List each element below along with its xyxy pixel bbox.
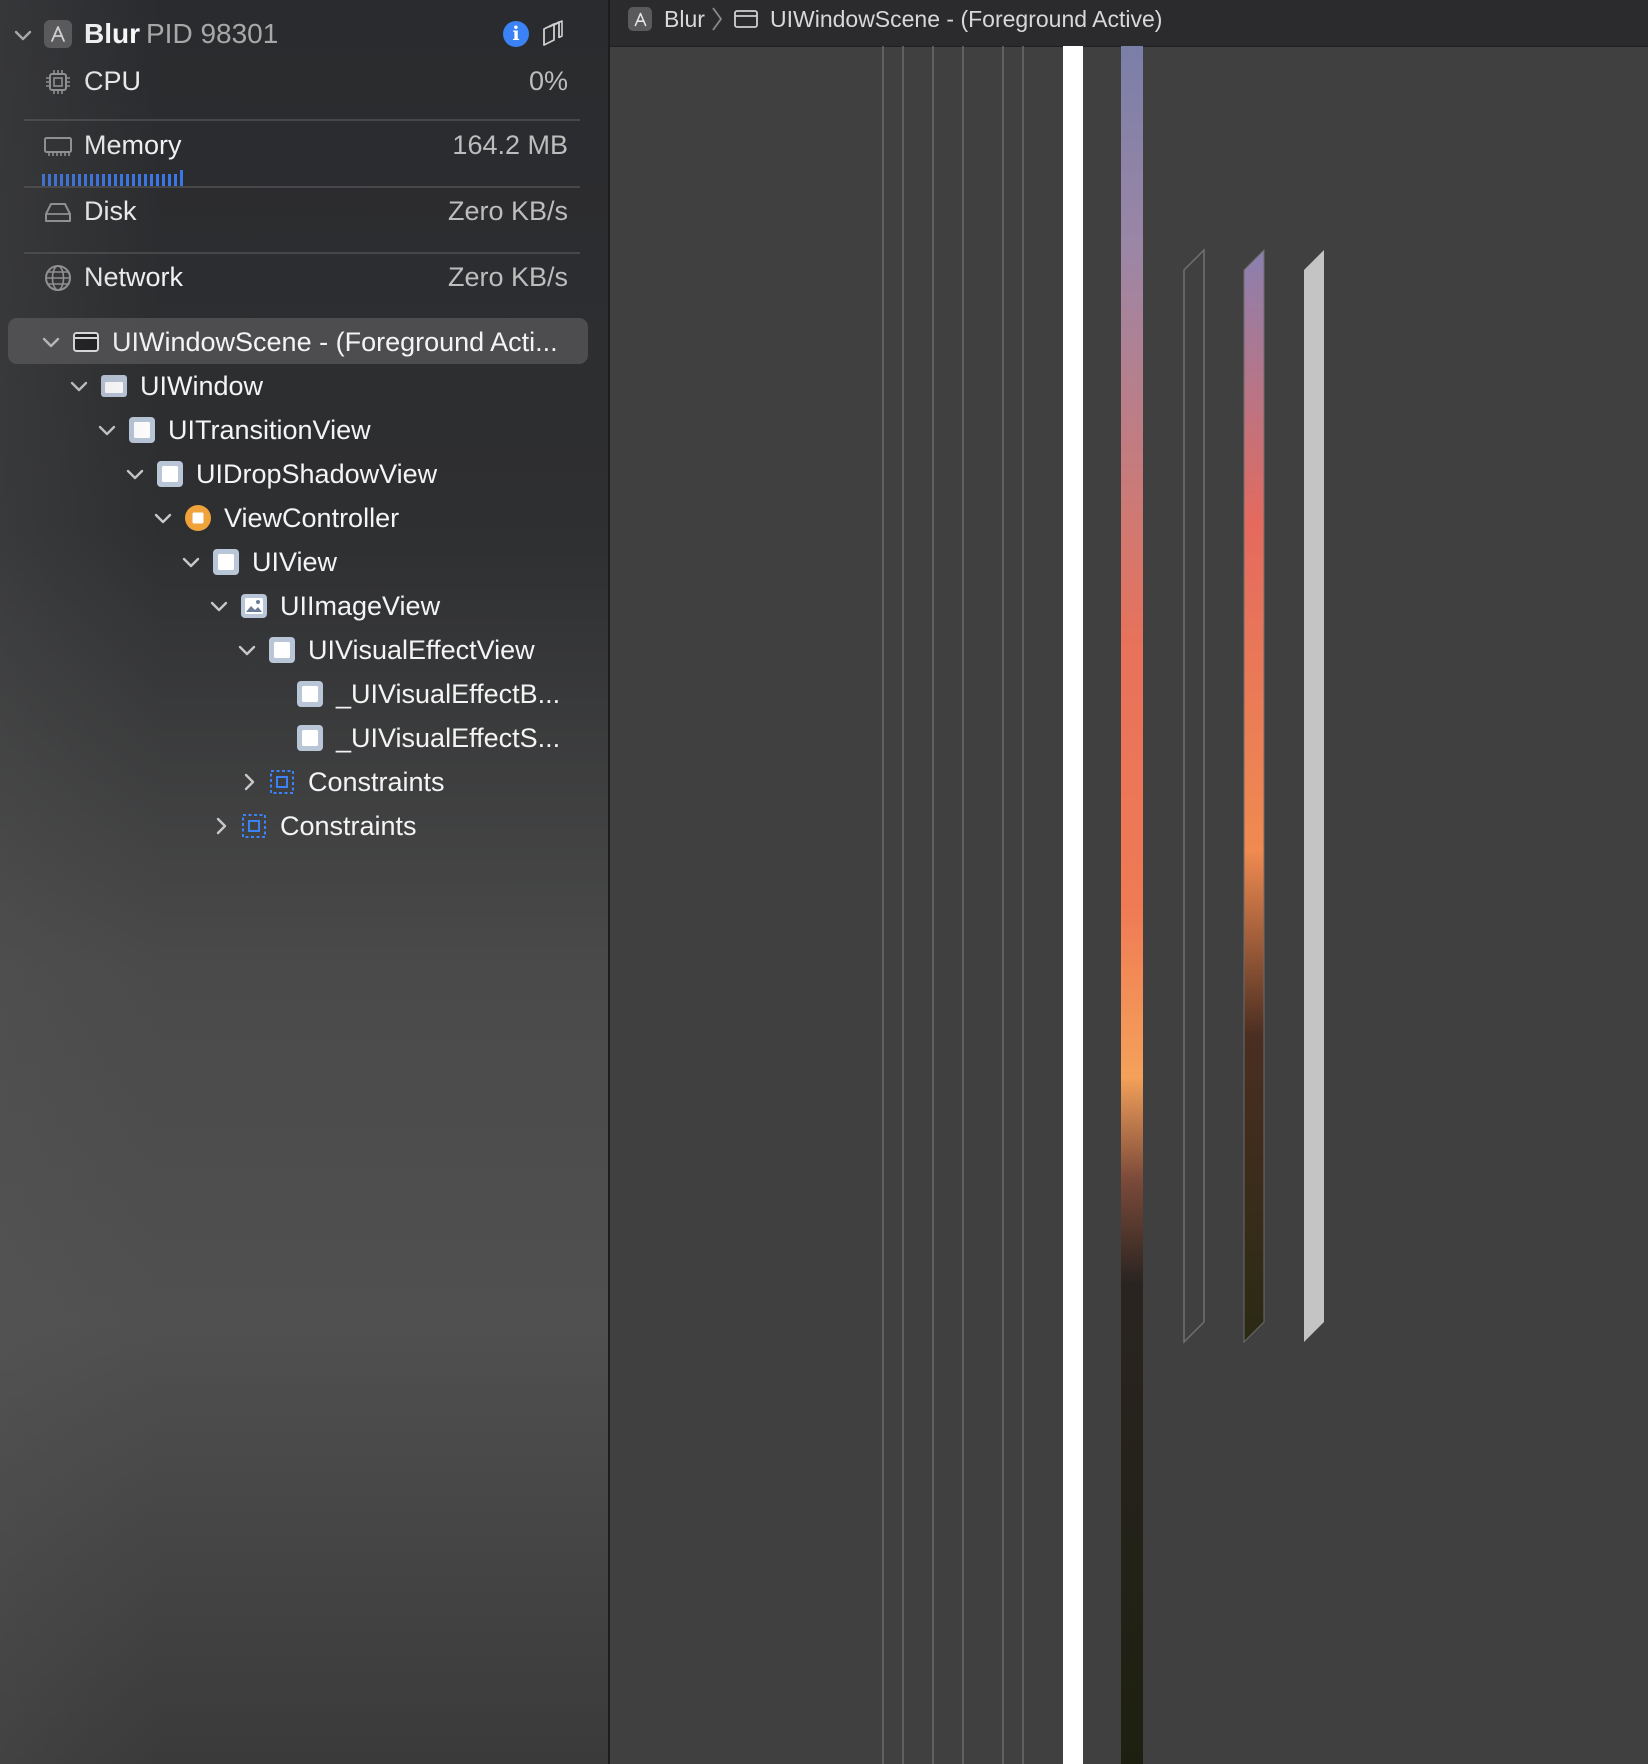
cpu-value: 0% [528,66,568,96]
layer-outline [882,46,1024,1764]
cpu-icon [42,66,74,98]
tree-node-uivisualeffect-subview[interactable]: _UIVisualEffectS... [0,718,590,758]
tree-node-uiwindow[interactable]: UIWindow [0,366,590,406]
chevron-down-icon[interactable] [152,507,174,529]
exploded-view-hierarchy[interactable] [610,46,1648,1764]
process-name: Blur [84,18,140,49]
globe-icon [42,262,74,294]
tree-node-label: UIView [252,547,338,577]
view-icon [156,460,184,488]
chevron-down-icon[interactable] [124,463,146,485]
view-icon [212,548,240,576]
tree-node-uidropshadowview[interactable]: UIDropShadowView [0,454,590,494]
memory-usage-bars [42,170,183,186]
view-hierarchy-layers-icon[interactable] [538,20,566,48]
chevron-down-icon[interactable] [208,595,230,617]
tree-node-label: UITransitionView [168,415,371,445]
tree-node-uivisualeffect-backdrop[interactable]: _UIVisualEffectB... [0,674,590,714]
memory-label: Memory [84,130,182,160]
tree-node-label: UIWindowScene - (Foreground Acti... [112,327,558,357]
tree-node-label: UIDropShadowView [196,459,438,489]
disk-label: Disk [84,196,137,226]
view-debugger-canvas[interactable]: Blur UIWindowScene - (Foreground Active) [610,0,1648,1764]
cpu-gauge[interactable]: CPU 0% [0,60,600,120]
tree-node-constraints-outer[interactable]: Constraints [0,806,590,846]
divider [24,252,580,254]
divider [24,119,580,121]
image-view-layer[interactable] [1121,46,1143,1764]
breadcrumb-scene[interactable]: UIWindowScene - (Foreground Active) [770,6,1162,33]
tree-node-label: Constraints [308,767,445,797]
chevron-down-icon[interactable] [236,639,258,661]
debug-navigator: Blur PID 98301 i CPU 0% Memory 164.2 MB … [0,0,610,1764]
tree-node-label: ViewController [224,503,400,533]
tree-node-label: UIVisualEffectView [308,635,535,665]
tree-node-uiimageview[interactable]: UIImageView [0,586,590,626]
app-icon[interactable] [628,7,652,31]
tree-node-label: Constraints [280,811,417,841]
effect-view-outline[interactable] [1183,248,1205,1344]
app-icon [44,20,72,48]
network-label: Network [84,262,184,292]
memory-value: 164.2 MB [452,130,568,160]
breadcrumb-app[interactable]: Blur [664,6,705,33]
tree-node-label: _UIVisualEffectB... [336,679,561,709]
chevron-right-icon [710,5,724,33]
effect-subview-layer[interactable] [1304,250,1324,1342]
constraints-icon [268,768,296,796]
tree-node-viewcontroller[interactable]: ViewController [0,498,590,538]
disk-icon [42,196,74,228]
tree-node-constraints-inner[interactable]: Constraints [0,762,590,802]
chevron-down-icon[interactable] [12,24,34,46]
image-view-icon [240,592,268,620]
view-icon [128,416,156,444]
cpu-label: CPU [84,66,142,96]
tree-node-uivisualeffectview[interactable]: UIVisualEffectView [0,630,590,670]
tree-node-label: UIImageView [280,591,441,621]
disk-value: Zero KB/s [447,196,568,226]
effect-backdrop-layer[interactable] [1243,248,1265,1344]
info-icon[interactable]: i [503,21,529,47]
window-scene-icon [734,9,758,29]
tree-node-uiwindowscene[interactable]: UIWindowScene - (Foreground Acti... [0,322,590,362]
view-icon [268,636,296,664]
breadcrumb: Blur UIWindowScene - (Foreground Active) [610,0,1648,47]
constraints-icon [240,812,268,840]
tree-node-uiview[interactable]: UIView [0,542,590,582]
view-controller-icon [184,504,212,532]
window-scene-icon [72,328,100,356]
white-view-layer[interactable] [1063,46,1083,1764]
tree-node-label: UIWindow [140,371,264,401]
disk-gauge[interactable]: Disk Zero KB/s [0,192,600,252]
chevron-down-icon[interactable] [180,551,202,573]
network-value: Zero KB/s [447,262,568,292]
chevron-down-icon[interactable] [68,375,90,397]
memory-icon [42,130,74,162]
chevron-right-icon[interactable] [210,815,232,837]
network-gauge[interactable]: Network Zero KB/s [0,258,600,318]
chevron-down-icon[interactable] [40,331,62,353]
window-icon [100,372,128,400]
view-icon [296,724,324,752]
divider [24,186,580,188]
process-pid: PID 98301 [146,18,279,49]
view-icon [296,680,324,708]
process-row[interactable]: Blur PID 98301 i [0,14,600,54]
tree-node-uitransitionview[interactable]: UITransitionView [0,410,590,450]
tree-node-label: _UIVisualEffectS... [336,723,561,753]
chevron-down-icon[interactable] [96,419,118,441]
chevron-right-icon[interactable] [238,771,260,793]
